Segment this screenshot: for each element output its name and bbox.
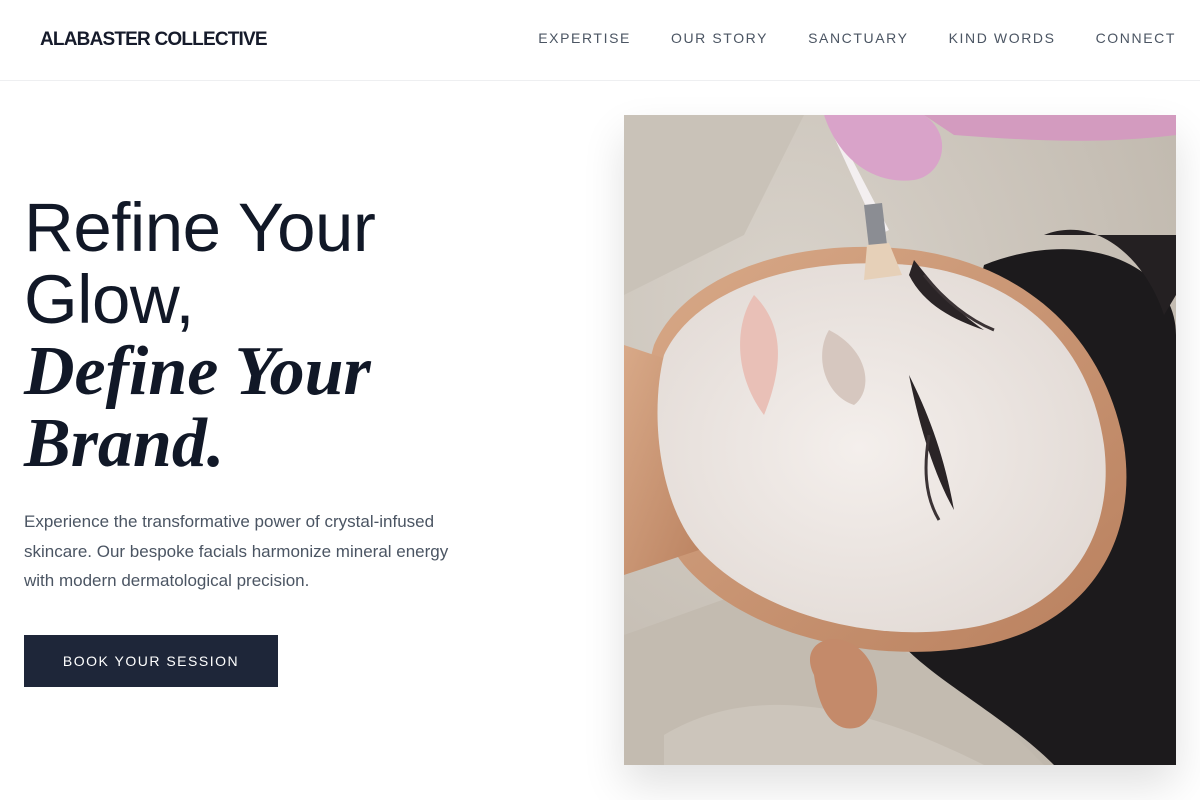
book-session-button[interactable]: BOOK YOUR SESSION	[24, 635, 278, 687]
facial-illustration	[624, 115, 1176, 765]
headline-line-2: Glow,	[24, 261, 195, 338]
nav-kind-words[interactable]: KIND WORDS	[949, 30, 1056, 46]
nav-expertise[interactable]: EXPERTISE	[538, 30, 631, 46]
brand-logo[interactable]: ALABASTER COLLECTIVE	[40, 29, 268, 51]
hero-facial-photo	[624, 115, 1176, 765]
nav-sanctuary[interactable]: SANCTUARY	[808, 30, 909, 46]
hero-description: Experience the transformative power of c…	[24, 512, 449, 590]
nav-connect[interactable]: CONNECT	[1096, 30, 1176, 46]
main-nav: EXPERTISE OUR STORY SANCTUARY KIND WORDS…	[538, 30, 1176, 46]
headline-line-4: Brand.	[24, 405, 225, 482]
nav-our-story[interactable]: OUR STORY	[671, 30, 768, 46]
headline-line-3: Define Your	[24, 333, 371, 410]
hero-headline: Refine Your Glow, Define Your Brand.	[24, 192, 544, 480]
headline-line-1: Refine Your	[24, 189, 376, 266]
site-header: ALABASTER COLLECTIVE EXPERTISE OUR STORY…	[0, 0, 1200, 81]
